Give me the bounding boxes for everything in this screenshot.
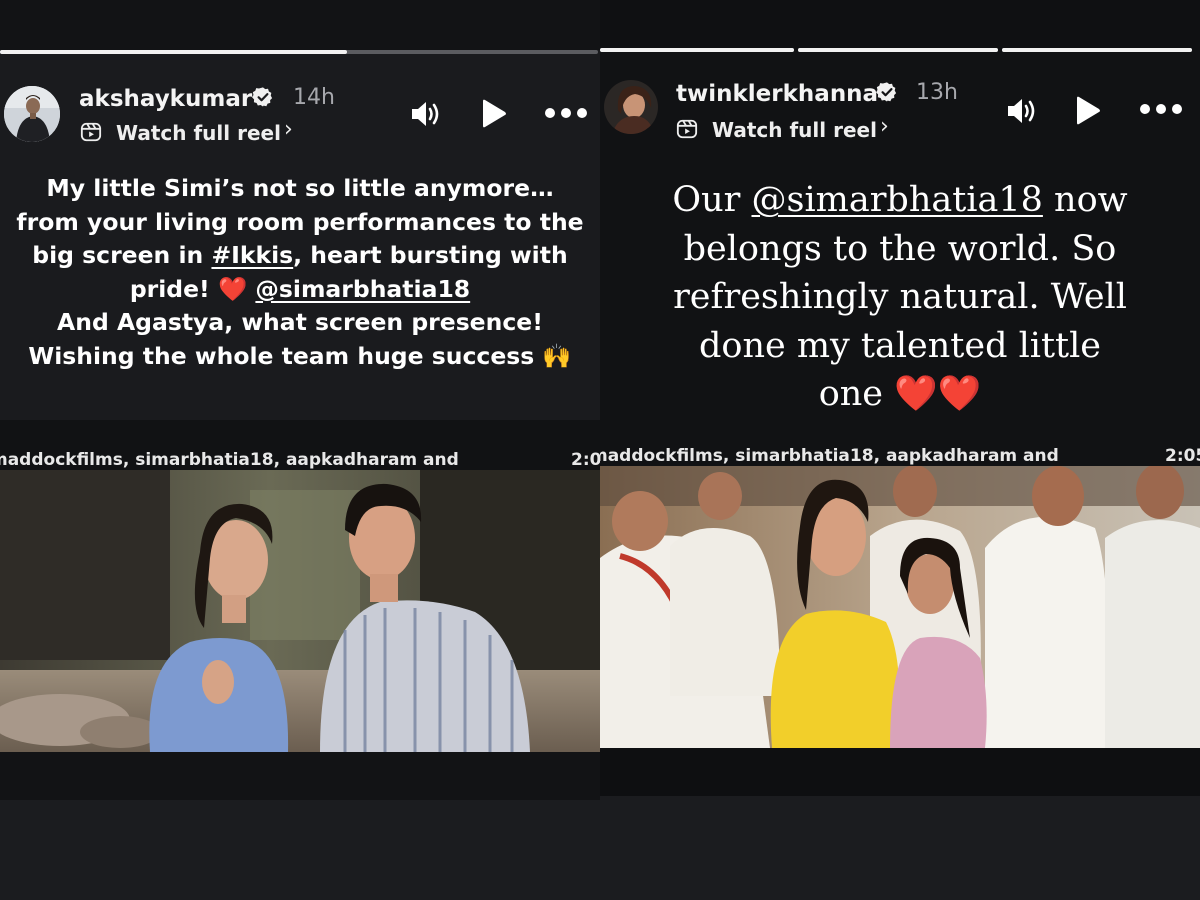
progress-segment xyxy=(1002,48,1192,52)
caption-line: refreshingly natural. Well xyxy=(673,277,1127,317)
video-bottom-bar xyxy=(0,752,600,800)
chevron-right-icon: › xyxy=(284,117,293,142)
video-still-image xyxy=(600,466,1200,748)
progress-segment xyxy=(798,48,998,52)
watch-full-reel-link[interactable]: Watch full reel xyxy=(116,121,281,145)
avatar-image xyxy=(604,80,658,134)
more-icon[interactable] xyxy=(543,104,589,122)
verified-badge-icon xyxy=(252,87,273,107)
progress-fill xyxy=(600,48,794,52)
video-thumbnail[interactable] xyxy=(600,466,1200,748)
avatar[interactable] xyxy=(604,80,658,134)
story-panel-akshaykumar: akshaykumar 14h Watch full reel › My lit… xyxy=(0,0,600,900)
hashtag-link[interactable]: #Ikkis xyxy=(211,241,293,269)
caption-line: pride! ❤️ @simarbhatia18 xyxy=(0,273,600,307)
mention-link[interactable]: @simarbhatia18 xyxy=(751,180,1042,220)
reel-icon xyxy=(676,119,698,139)
sound-icon[interactable] xyxy=(409,98,443,130)
caption-line: Wishing the whole team huge success 🙌 xyxy=(28,341,572,370)
post-time: 13h xyxy=(916,80,958,105)
avatar-image xyxy=(4,86,60,142)
heart-emoji: ❤️ xyxy=(217,274,248,303)
username[interactable]: twinklerkhanna xyxy=(676,81,878,107)
caption-line: And Agastya, what screen presence! xyxy=(57,308,543,336)
watch-full-reel-link[interactable]: Watch full reel xyxy=(712,118,877,142)
caption-text: now xyxy=(1042,180,1128,220)
footer-area xyxy=(600,796,1200,900)
verified-badge-icon xyxy=(876,82,897,102)
video-duration: 2:05 xyxy=(1165,446,1200,466)
video-still-image xyxy=(0,470,600,752)
top-shade xyxy=(600,0,1200,50)
caption-text: pride! xyxy=(129,274,218,303)
chevron-right-icon: › xyxy=(880,114,889,139)
tagged-accounts-line[interactable]: maddockfilms, simarbhatia18, aapkadharam… xyxy=(600,446,1059,466)
caption-line: done my talented little xyxy=(698,325,1102,366)
avatar[interactable] xyxy=(4,86,60,142)
video-duration: 2:05 xyxy=(571,450,600,470)
progress-fill xyxy=(0,50,347,54)
progress-segment xyxy=(600,48,794,52)
play-icon[interactable] xyxy=(479,98,509,130)
progress-fill xyxy=(798,48,998,52)
caption-line: one ❤️❤️ xyxy=(818,374,982,414)
progress-segment xyxy=(0,50,598,54)
story-caption: My little Simi’s not so little anymore… … xyxy=(0,172,600,373)
story-caption: Our @simarbhatia18 now belongs to the wo… xyxy=(600,176,1200,419)
caption-line: My little Simi’s not so little anymore… xyxy=(46,174,554,202)
caption-line: big screen in #Ikkis, heart bursting wit… xyxy=(0,239,600,273)
story-progress-bar xyxy=(600,48,1200,52)
top-shade xyxy=(0,0,600,50)
reel-icon xyxy=(80,122,102,142)
caption-line: Our @simarbhatia18 now xyxy=(600,176,1200,225)
progress-fill xyxy=(1002,48,1192,52)
caption-text: , heart bursting with xyxy=(293,241,568,269)
mention-link[interactable]: @simarbhatia18 xyxy=(255,275,470,303)
play-icon[interactable] xyxy=(1073,95,1103,127)
username[interactable]: akshaykumar xyxy=(79,86,252,112)
footer-area xyxy=(0,800,600,900)
video-thumbnail[interactable] xyxy=(0,470,600,752)
story-panel-twinklerkhanna: twinklerkhanna 13h Watch full reel › Our… xyxy=(600,0,1200,900)
sound-icon[interactable] xyxy=(1005,95,1039,127)
more-icon[interactable] xyxy=(1138,100,1184,118)
tagged-accounts-line[interactable]: maddockfilms, simarbhatia18, aapkadharam… xyxy=(0,450,459,470)
post-time: 14h xyxy=(293,85,335,110)
video-bottom-bar xyxy=(600,748,1200,796)
caption-text: big screen in xyxy=(32,241,212,269)
caption-line: belongs to the world. So xyxy=(683,228,1117,269)
story-progress-bar xyxy=(0,50,600,54)
caption-text: Our xyxy=(672,180,752,220)
caption-line: from your living room performances to th… xyxy=(16,207,584,236)
